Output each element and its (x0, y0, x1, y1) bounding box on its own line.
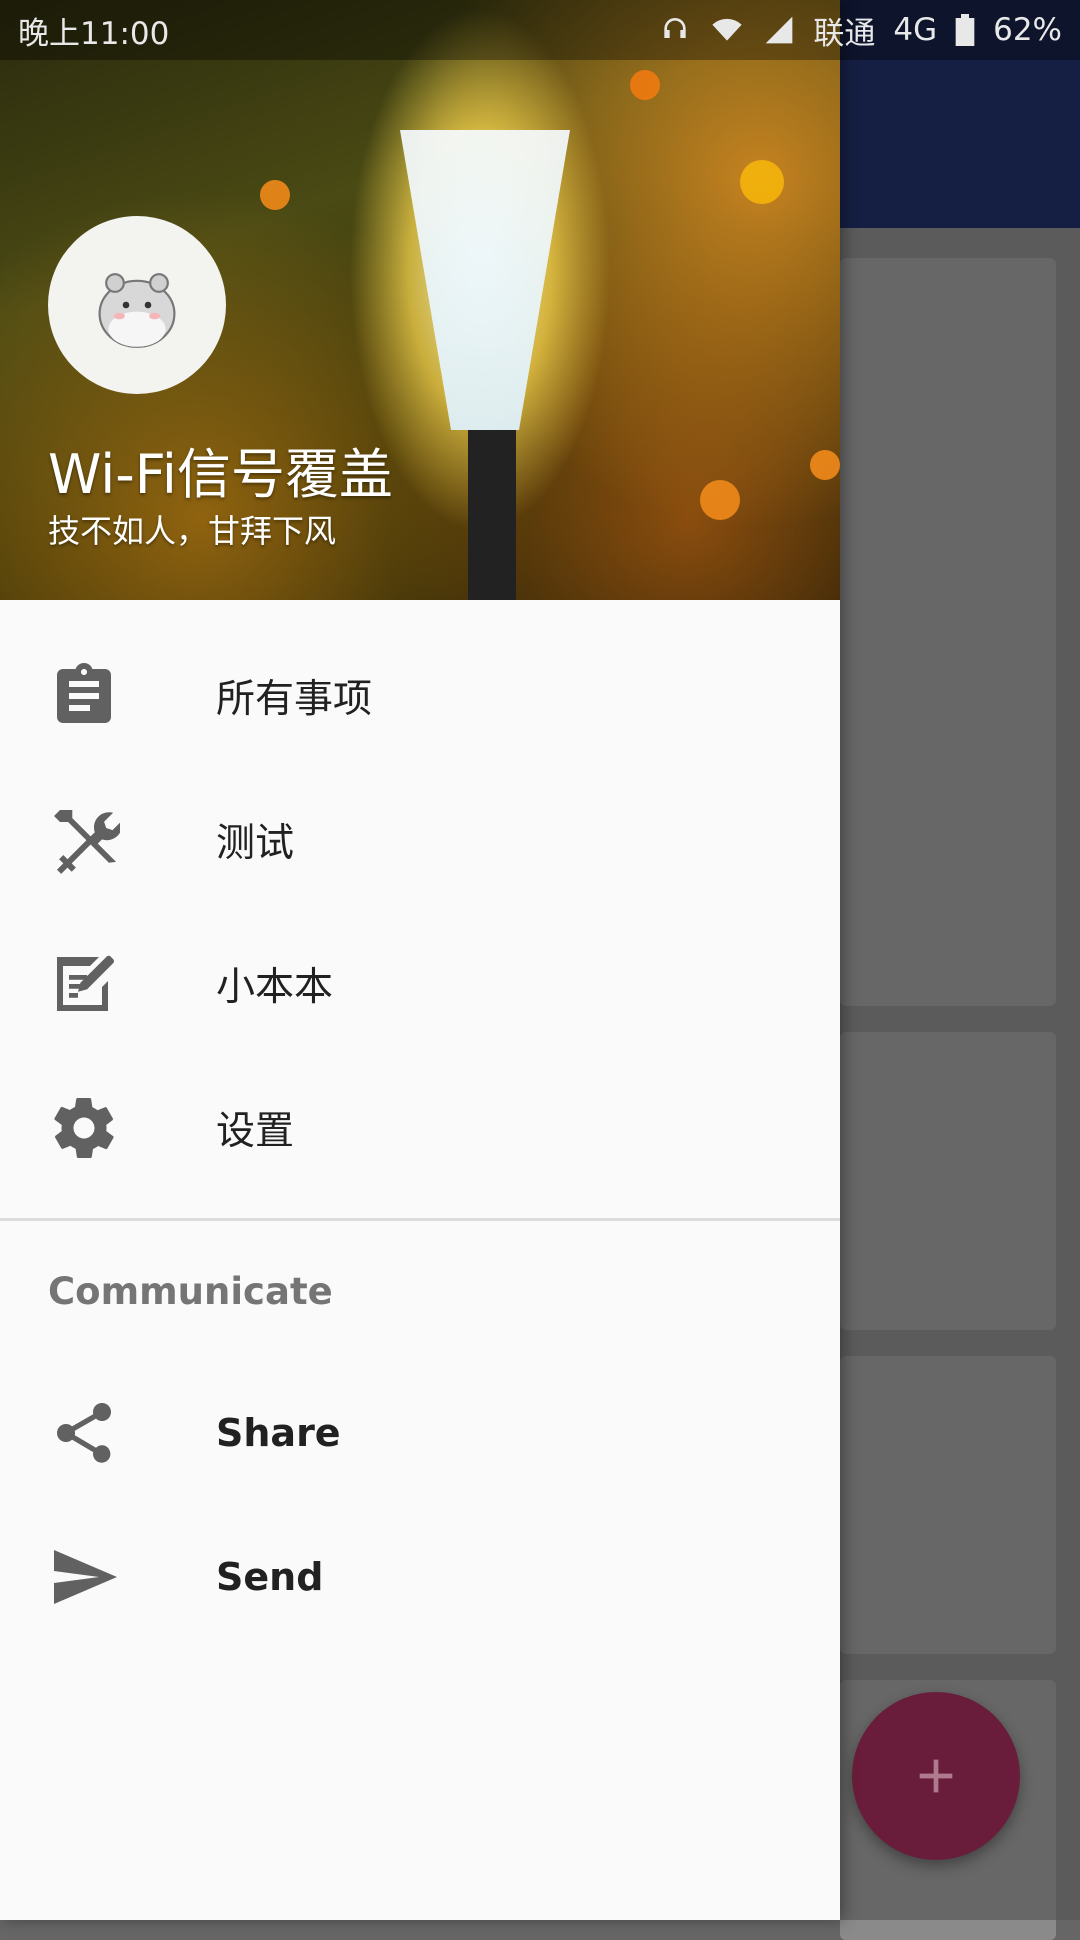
header-image-decoration (260, 180, 290, 210)
network-label: 4G (893, 12, 938, 48)
drawer-header-title: Wi-Fi信号覆盖 (48, 443, 393, 506)
section-title: Communicate (48, 1269, 333, 1313)
header-image-decoration (810, 450, 840, 480)
menu-item-send[interactable]: Send (0, 1505, 840, 1649)
header-image-decoration (740, 160, 784, 204)
header-image-lamp (400, 130, 570, 430)
clipboard-icon (48, 660, 120, 732)
battery-percent: 62% (993, 12, 1062, 48)
header-image-decoration (630, 70, 660, 100)
add-fab-button[interactable] (852, 1692, 1020, 1860)
menu-item-notebook[interactable]: 小本本 (0, 912, 840, 1056)
header-image-lamp-post (468, 430, 516, 600)
navigation-drawer: Wi-Fi信号覆盖 技不如人，甘拜下风 所有事项 测试 小本本 设置 Commu… (0, 0, 840, 1920)
menu-item-share[interactable]: Share (0, 1361, 840, 1505)
avatar[interactable] (48, 216, 226, 394)
menu-item-settings[interactable]: 设置 (0, 1056, 840, 1200)
menu-item-label: 小本本 (216, 965, 334, 1010)
headset-icon (664, 18, 687, 38)
carrier-label: 联通 (813, 15, 876, 52)
menu-item-label: Send (216, 1555, 324, 1599)
header-image-decoration (700, 480, 740, 520)
tools-icon (48, 804, 120, 876)
menu-item-label: Share (216, 1411, 341, 1455)
wifi-icon (712, 18, 743, 41)
signal-icon (766, 16, 793, 44)
status-bar: 晚上11:00 联通 4G 62% (0, 0, 1080, 60)
drawer-header-subtitle: 技不如人，甘拜下风 (48, 512, 337, 550)
send-icon (48, 1541, 120, 1613)
menu-item-label: 所有事项 (216, 677, 373, 722)
menu-item-test[interactable]: 测试 (0, 768, 840, 912)
hamster-avatar-icon (98, 273, 176, 348)
section-header-communicate: Communicate (0, 1221, 840, 1361)
note-edit-icon (48, 948, 120, 1020)
gear-icon (48, 1092, 120, 1164)
status-time: 晚上11:00 (18, 15, 170, 52)
share-icon (48, 1397, 120, 1469)
drawer-header: Wi-Fi信号覆盖 技不如人，甘拜下风 (0, 0, 840, 600)
menu-item-all-tasks[interactable]: 所有事项 (0, 624, 840, 768)
drawer-menu: 所有事项 测试 小本本 设置 Communicate Share Send (0, 600, 840, 1649)
menu-item-label: 测试 (216, 821, 295, 866)
battery-icon (955, 14, 975, 46)
plus-icon (919, 1759, 953, 1793)
menu-item-label: 设置 (216, 1109, 295, 1154)
